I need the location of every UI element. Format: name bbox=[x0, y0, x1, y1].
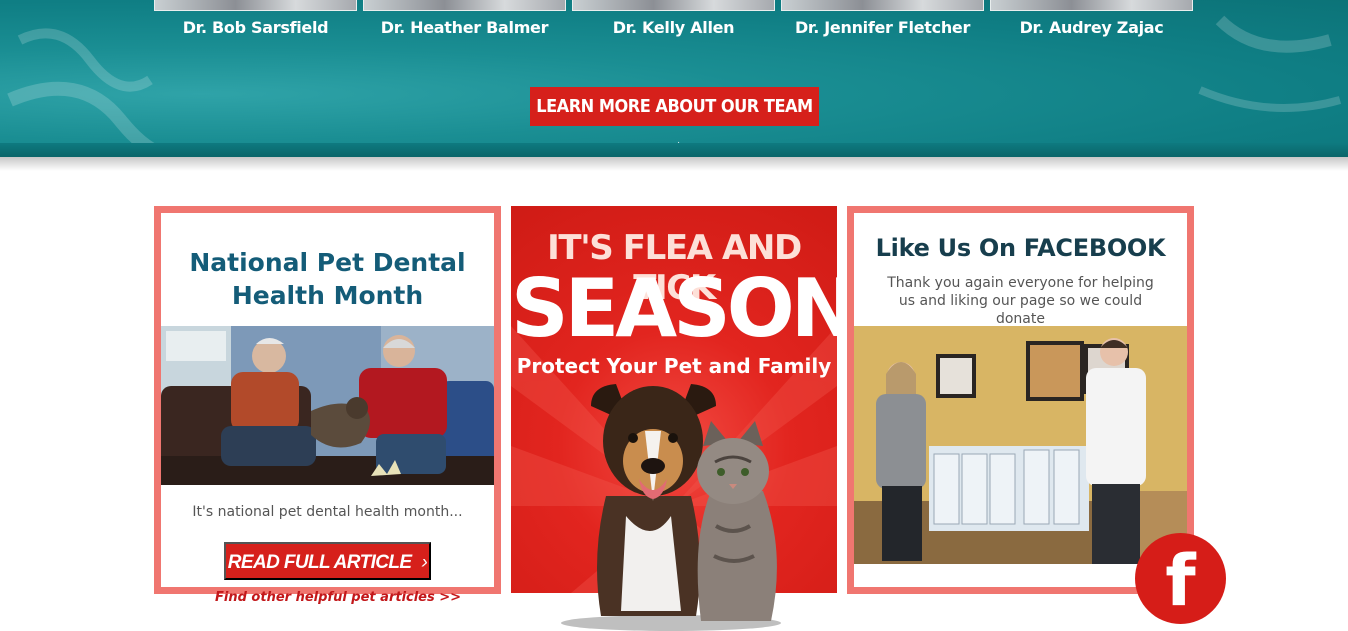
doctor-card[interactable]: Dr. Audrey Zajac bbox=[990, 0, 1193, 44]
doctor-name: Dr. Bob Sarsfield bbox=[182, 18, 329, 37]
find-articles-link[interactable]: Find other helpful pet articles >> bbox=[215, 590, 461, 605]
doctor-name: Dr. Kelly Allen bbox=[612, 18, 735, 37]
learn-more-team-label: LEARN MORE ABOUT OUR TEAM bbox=[536, 96, 813, 117]
read-full-article-label: READ FULL ARTICLE bbox=[227, 552, 412, 573]
doctor-photo bbox=[781, 0, 984, 11]
facebook-icon[interactable]: f bbox=[1135, 533, 1226, 624]
team-section: Dr. Bob Sarsfield Dr. Heather Balmer Dr.… bbox=[0, 0, 1348, 157]
flea-tagline: Protect Your Pet and Family bbox=[516, 354, 832, 378]
doctor-card[interactable]: Dr. Bob Sarsfield bbox=[154, 0, 357, 44]
donation-photo[interactable] bbox=[854, 326, 1187, 564]
doctor-card[interactable]: Dr. Heather Balmer bbox=[363, 0, 566, 44]
doctor-photo bbox=[572, 0, 775, 11]
dog-and-cat-image bbox=[561, 384, 781, 631]
doctor-photo bbox=[363, 0, 566, 11]
season-headline: SEASON bbox=[511, 262, 858, 355]
dental-article-title[interactable]: National Pet Dental Health Month bbox=[161, 246, 494, 312]
doctor-photo bbox=[990, 0, 1193, 11]
doctor-card[interactable]: Dr. Jennifer Fletcher bbox=[781, 0, 984, 44]
band-shadow bbox=[0, 157, 1348, 171]
facebook-card: Like Us On FACEBOOK Thank you again ever… bbox=[847, 206, 1194, 594]
dental-article-photo[interactable] bbox=[161, 326, 494, 485]
read-full-article-button[interactable]: READ FULL ARTICLE › bbox=[224, 542, 431, 580]
flea-tick-promo[interactable]: IT'S FLEA AND TICK SEASON Protect Your P… bbox=[511, 206, 858, 631]
doctor-card[interactable]: Dr. Kelly Allen bbox=[572, 0, 775, 44]
dental-article-excerpt: It's national pet dental health month... bbox=[192, 504, 463, 520]
chevron-right-icon: › bbox=[676, 135, 683, 156]
doctor-photo bbox=[154, 0, 357, 11]
doctor-name: Dr. Jennifer Fletcher bbox=[794, 18, 971, 37]
chevron-right-icon: › bbox=[421, 552, 428, 573]
dental-article-card: National Pet Dental Health Month It's na… bbox=[154, 206, 501, 594]
doctor-name: Dr. Audrey Zajac bbox=[1019, 18, 1164, 37]
doctor-name: Dr. Heather Balmer bbox=[380, 18, 549, 37]
learn-more-team-button[interactable]: LEARN MORE ABOUT OUR TEAM › bbox=[530, 87, 819, 156]
facebook-card-text: Thank you again everyone for helping us … bbox=[887, 275, 1154, 327]
facebook-card-title[interactable]: Like Us On FACEBOOK bbox=[854, 234, 1187, 262]
